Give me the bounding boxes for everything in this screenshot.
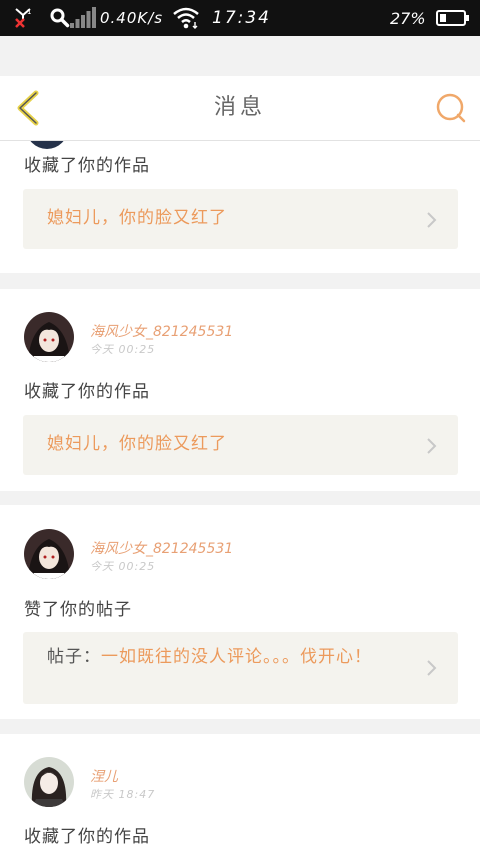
cell-signal-icon: [70, 0, 96, 36]
no-sim-signal-icon: 1: [12, 0, 34, 36]
avatar[interactable]: [24, 757, 74, 807]
action-text: 收藏了你的作品: [24, 827, 150, 847]
status-bar: 1 0.40K/s 17:34 27%: [0, 0, 480, 36]
username[interactable]: 涅儿: [90, 766, 118, 786]
list-item: 海风少女_821245531 今天 00:25 收藏了你的作品 媳妇儿，你的脸又…: [0, 289, 480, 491]
search-icon: [436, 93, 466, 123]
timestamp: 昨天 18:47: [90, 788, 156, 801]
chevron-right-icon: [427, 212, 437, 228]
battery-icon: [436, 10, 469, 26]
network-speed: 0.40K/s: [100, 9, 164, 27]
quote-prefix: 帖子：: [47, 647, 101, 667]
battery-percent: 27%: [390, 8, 426, 28]
svg-text:1: 1: [27, 8, 31, 16]
quoted-post[interactable]: 帖子：一如既往的没人评论。。。伐开心！: [23, 632, 458, 704]
username[interactable]: 海风少女_821245531: [90, 538, 233, 558]
list-item: 收藏了你的作品 媳妇儿，你的脸又红了: [0, 141, 480, 273]
chevron-right-icon: [427, 438, 437, 454]
list-item: 海风少女_821245531 今天 00:25 赞了你的帖子 帖子：一如既往的没…: [0, 505, 480, 719]
page-title: 消息: [213, 95, 266, 120]
action-text: 赞了你的帖子: [24, 600, 132, 620]
timestamp: 今天 00:25: [90, 343, 156, 356]
avatar[interactable]: [24, 312, 74, 362]
clock: 17:34: [212, 8, 271, 28]
quoted-work[interactable]: 媳妇儿，你的脸又红了: [23, 189, 458, 249]
timestamp: 今天 00:25: [90, 560, 156, 573]
username[interactable]: 海风少女_821245531: [90, 321, 233, 341]
quoted-work[interactable]: 媳妇儿，你的脸又红了: [23, 415, 458, 475]
wifi-icon: [172, 0, 200, 36]
search-button[interactable]: [434, 92, 468, 126]
action-text: 收藏了你的作品: [24, 382, 150, 402]
quote-text: 媳妇儿，你的脸又红了: [47, 208, 227, 228]
quote-text: 一如既往的没人评论。。。伐开心！: [101, 647, 372, 667]
action-text: 收藏了你的作品: [24, 156, 150, 176]
nav-bar: 消息: [0, 76, 480, 141]
search-status-icon: [50, 0, 70, 36]
chevron-right-icon: [427, 660, 437, 676]
battery-level: [440, 14, 446, 22]
avatar[interactable]: [24, 529, 74, 579]
avatar[interactable]: [26, 141, 68, 149]
quote-text: 媳妇儿，你的脸又红了: [47, 434, 227, 454]
list-item: 涅儿 昨天 18:47 收藏了你的作品: [0, 734, 480, 854]
message-list[interactable]: 收藏了你的作品 媳妇儿，你的脸又红了 海风少女_821245531 今天 00:: [0, 141, 480, 854]
